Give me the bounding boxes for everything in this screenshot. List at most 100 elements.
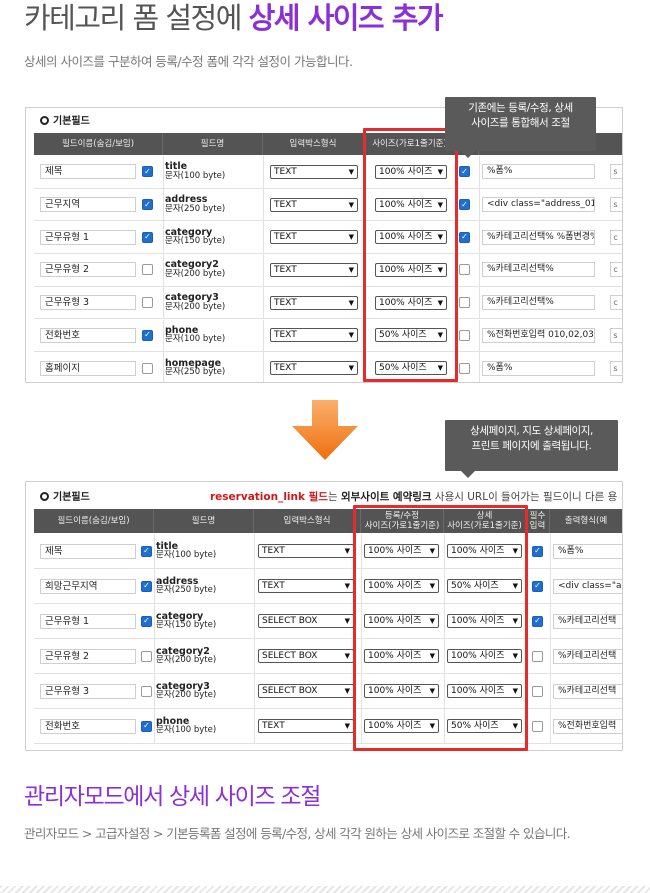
required-checkbox[interactable] [459,297,470,309]
output-format-input[interactable]: <div class="address_01"> [482,197,596,213]
visibility-checkbox[interactable] [142,264,153,276]
size-select[interactable]: 50% 사이즈 ▼ [375,328,447,343]
detail-size-select[interactable]: 50% 사이즈 ▼ [447,719,522,733]
top-section-title: 기본필드 [40,112,90,127]
reg-size-select[interactable]: 100% 사이즈 ▼ [364,579,439,593]
field-name-input[interactable]: 근무유형 3 [40,295,136,311]
reg-size-select[interactable]: 100% 사이즈 ▼ [364,614,439,628]
output-format-input[interactable]: %폼% [482,360,596,376]
input-type-select[interactable]: TEXT ▼ [270,262,358,277]
radio-ring-icon [40,116,49,125]
visibility-checkbox[interactable]: ✓ [142,199,153,211]
required-checkbox[interactable] [532,650,543,662]
visibility-checkbox[interactable]: ✓ [141,615,152,627]
output-format-input[interactable]: %카테고리선택% [482,295,596,311]
reg-size-select[interactable]: 100% 사이즈 ▼ [364,649,439,663]
output-format-input[interactable]: %카테고리선택 [553,648,622,664]
page-title: 카테고리 폼 설정에 상세 사이즈 추가 [24,0,444,40]
input-type-select[interactable]: TEXT ▼ [258,719,354,733]
extra-input[interactable]: c [610,229,622,245]
input-type-select[interactable]: SELECT BOX ▼ [258,684,354,698]
output-format-input[interactable]: %전화번호입력 010,02,031, [482,327,596,343]
extra-input[interactable]: c [610,262,622,278]
field-name-input[interactable]: 홈페이지 [40,360,136,376]
detail-size-select[interactable]: 100% 사이즈 ▼ [447,544,522,558]
field-name-input[interactable]: 근무유형 3 [40,683,136,699]
size-select[interactable]: 100% 사이즈 ▼ [375,262,447,277]
visibility-checkbox[interactable] [142,297,153,309]
field-name-input[interactable]: 전화번호 [40,327,136,343]
reg-size-select[interactable]: 100% 사이즈 ▼ [364,544,439,558]
required-checkbox[interactable]: ✓ [532,615,543,627]
required-checkbox[interactable]: ✓ [532,545,543,557]
visibility-checkbox[interactable] [141,685,152,697]
field-name-input[interactable]: 제목 [40,543,136,559]
input-type-select[interactable]: TEXT ▼ [270,230,358,245]
required-checkbox[interactable] [532,720,543,732]
visibility-checkbox[interactable]: ✓ [141,580,152,592]
detail-size-select[interactable]: 100% 사이즈 ▼ [447,649,522,663]
visibility-checkbox[interactable]: ✓ [141,545,152,557]
required-cell [459,287,477,319]
output-format-input[interactable]: %폼% [482,164,596,180]
extra-input[interactable]: s [610,197,622,213]
field-name-input[interactable]: 희망근무지역 [40,578,136,594]
visibility-checkbox[interactable]: ✓ [142,166,153,178]
required-checkbox[interactable]: ✓ [459,199,470,211]
reg-size-select[interactable]: 100% 사이즈 ▼ [364,684,439,698]
visibility-checkbox[interactable]: ✓ [142,329,153,341]
field-name-cell: 근무유형 1 ✓ [40,221,160,253]
size-select[interactable]: 50% 사이즈 ▼ [375,361,447,376]
input-type-select[interactable]: TEXT ▼ [270,197,358,212]
extra-input[interactable]: c [610,295,622,311]
output-format-input[interactable]: <div class="ad [553,578,622,594]
input-type-select[interactable]: TEXT ▼ [270,328,358,343]
input-type-select[interactable]: TEXT ▼ [270,164,358,179]
field-name-input[interactable]: 근무유형 1 [40,229,136,245]
extra-input[interactable]: s [610,360,622,376]
chevron-down-icon: ▼ [348,265,354,274]
output-format-input[interactable]: %카테고리선택% %폼변경% [482,229,596,245]
input-type-select[interactable]: TEXT ▼ [270,361,358,376]
input-type-select[interactable]: SELECT BOX ▼ [258,649,354,663]
field-name-input[interactable]: 제목 [40,164,136,180]
required-checkbox[interactable] [459,264,470,276]
visibility-checkbox[interactable] [141,650,152,662]
table-row: 전화번호 ✓ phone 문자(100 byte) TEXT ▼ 100% 사이즈 ▼ 50% … [34,709,622,744]
field-name-input[interactable]: 근무유형 1 [40,613,136,629]
detail-size-select[interactable]: 100% 사이즈 ▼ [447,614,522,628]
field-name-input[interactable]: 근무유형 2 [40,262,136,278]
size-select[interactable]: 100% 사이즈 ▼ [375,295,447,310]
required-checkbox[interactable]: ✓ [532,580,543,592]
size-select[interactable]: 100% 사이즈 ▼ [375,197,447,212]
required-checkbox[interactable] [459,329,470,341]
output-format-input[interactable]: %카테고리선택 [553,613,622,629]
size-select[interactable]: 100% 사이즈 ▼ [375,164,447,179]
visibility-checkbox[interactable]: ✓ [141,720,152,732]
visibility-checkbox[interactable]: ✓ [142,231,153,243]
detail-size-select[interactable]: 100% 사이즈 ▼ [447,684,522,698]
field-name-input[interactable]: 전화번호 [40,718,136,734]
input-type-select[interactable]: TEXT ▼ [258,544,354,558]
required-checkbox[interactable]: ✓ [459,231,470,243]
output-format-input[interactable]: %카테고리선택% [482,262,596,278]
visibility-checkbox[interactable] [142,362,153,374]
required-checkbox[interactable] [532,685,543,697]
output-format-input[interactable]: %전화번호입력 [553,718,622,734]
reg-size-select[interactable]: 100% 사이즈 ▼ [364,719,439,733]
column-divider [254,674,255,708]
required-checkbox[interactable] [459,362,470,374]
output-format-input[interactable]: %폼% [553,543,622,559]
input-type-select[interactable]: TEXT ▼ [258,579,354,593]
output-format-input[interactable]: %카테고리선택 [553,683,622,699]
size-select[interactable]: 100% 사이즈 ▼ [375,230,447,245]
required-checkbox[interactable]: ✓ [459,166,470,178]
input-type-select[interactable]: SELECT BOX ▼ [258,614,354,628]
field-name-input[interactable]: 근무유형 2 [40,648,136,664]
field-name-input[interactable]: 근무지역 [40,197,136,213]
extra-input[interactable]: s [610,164,622,180]
col-field-name: 필드명 [163,133,263,155]
extra-input[interactable]: s [610,327,622,343]
detail-size-select[interactable]: 50% 사이즈 ▼ [447,579,522,593]
input-type-select[interactable]: TEXT ▼ [270,295,358,310]
